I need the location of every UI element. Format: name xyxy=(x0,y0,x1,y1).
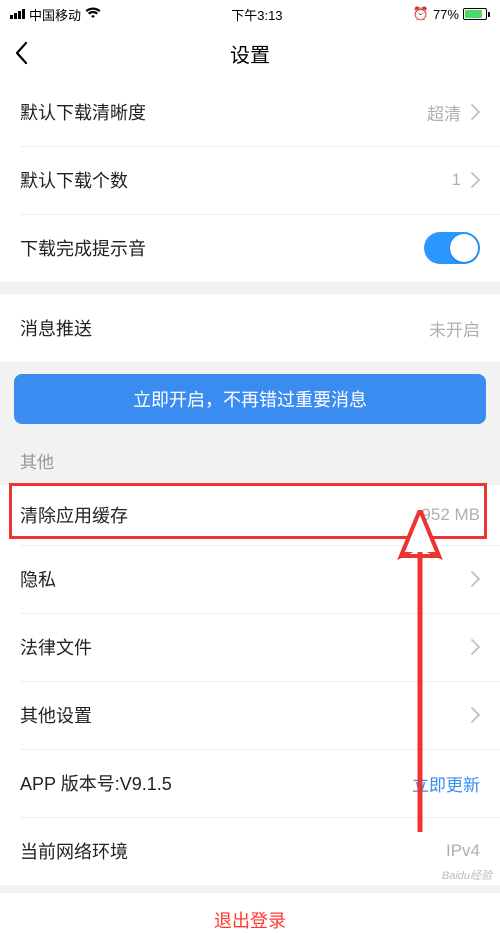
row-push[interactable]: 消息推送 未开启 xyxy=(0,294,500,362)
download-section: 默认下载清晰度 超清 默认下载个数 1 下载完成提示音 xyxy=(0,78,500,282)
row-value: 未开启 xyxy=(429,316,480,341)
status-left: 中国移动 xyxy=(10,5,101,24)
carrier-label: 中国移动 xyxy=(29,5,81,24)
signal-icon xyxy=(10,9,25,19)
row-value: IPv4 xyxy=(446,841,480,861)
row-network: 当前网络环境 IPv4 xyxy=(0,817,500,885)
chevron-right-icon xyxy=(471,707,480,723)
row-label: 其他设置 xyxy=(20,702,92,728)
row-label: 下载完成提示音 xyxy=(20,235,146,261)
push-section: 消息推送 未开启 xyxy=(0,294,500,362)
row-label: APP 版本号:V9.1.5 xyxy=(20,770,172,796)
battery-icon xyxy=(463,8,490,20)
divider xyxy=(0,885,500,893)
row-label: 清除应用缓存 xyxy=(20,502,128,528)
chevron-right-icon xyxy=(471,172,480,188)
banner-wrapper: 立即开启，不再错过重要消息 xyxy=(0,362,500,424)
row-download-sound: 下载完成提示音 xyxy=(0,214,500,282)
other-section: 清除应用缓存 952 MB 隐私 法律文件 其他设置 APP 版本号:V9.1.… xyxy=(0,485,500,885)
page-title: 设置 xyxy=(230,39,270,68)
row-label: 隐私 xyxy=(20,566,56,592)
status-time: 下午3:13 xyxy=(231,5,282,24)
nav-bar: 设置 xyxy=(0,28,500,78)
battery-percent: 77% xyxy=(433,7,459,22)
chevron-right-icon xyxy=(471,104,480,120)
row-label: 法律文件 xyxy=(20,634,92,660)
row-value: 1 xyxy=(452,170,461,190)
divider xyxy=(0,282,500,294)
row-label: 消息推送 xyxy=(20,315,92,341)
row-download-count[interactable]: 默认下载个数 1 xyxy=(0,146,500,214)
update-link[interactable]: 立即更新 xyxy=(412,771,480,796)
row-version[interactable]: APP 版本号:V9.1.5 立即更新 xyxy=(0,749,500,817)
chevron-right-icon xyxy=(471,571,480,587)
back-button[interactable] xyxy=(14,41,28,65)
row-legal[interactable]: 法律文件 xyxy=(0,613,500,681)
row-clear-cache[interactable]: 清除应用缓存 952 MB xyxy=(0,485,500,545)
wifi-icon xyxy=(85,6,101,22)
row-value: 超清 xyxy=(427,100,461,125)
row-privacy[interactable]: 隐私 xyxy=(0,545,500,613)
status-right: ⏰ 77% xyxy=(413,6,490,22)
row-label: 默认下载清晰度 xyxy=(20,99,146,125)
enable-push-banner[interactable]: 立即开启，不再错过重要消息 xyxy=(14,374,486,424)
section-title-other: 其他 xyxy=(0,424,500,485)
row-download-quality[interactable]: 默认下载清晰度 超清 xyxy=(0,78,500,146)
row-label: 默认下载个数 xyxy=(20,167,128,193)
row-other-settings[interactable]: 其他设置 xyxy=(0,681,500,749)
download-sound-toggle[interactable] xyxy=(424,232,480,264)
row-value: 952 MB xyxy=(421,505,480,525)
alarm-icon: ⏰ xyxy=(413,6,429,22)
row-label: 当前网络环境 xyxy=(20,838,128,864)
logout-button[interactable]: 退出登录 xyxy=(0,893,500,933)
watermark: Baidu经验 xyxy=(442,867,492,883)
chevron-right-icon xyxy=(471,639,480,655)
status-bar: 中国移动 下午3:13 ⏰ 77% xyxy=(0,0,500,28)
banner-text: 立即开启，不再错过重要消息 xyxy=(133,386,367,412)
